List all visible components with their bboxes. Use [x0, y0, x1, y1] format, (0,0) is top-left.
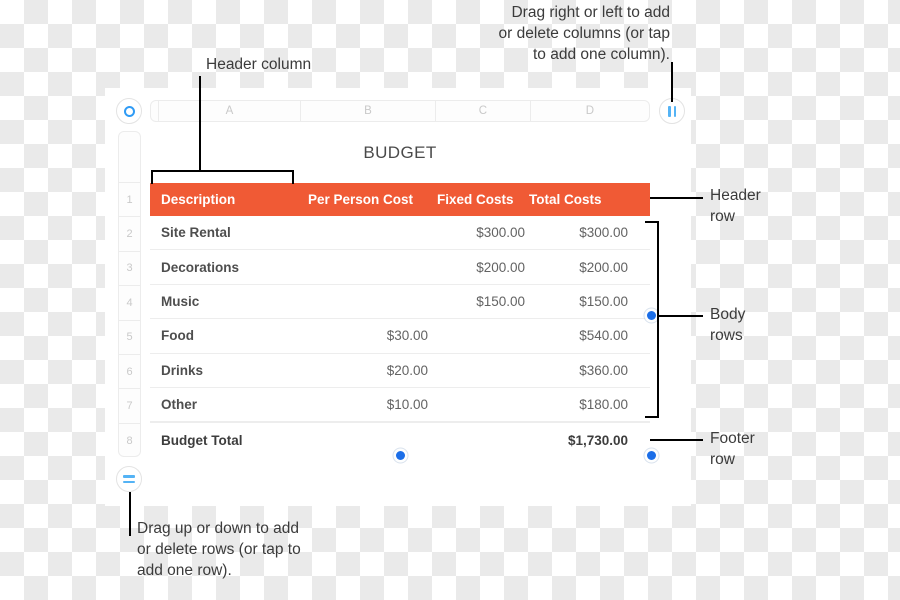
annotation-header-column: Header column — [206, 56, 312, 73]
footer-cell-description[interactable]: Budget Total — [150, 433, 300, 448]
cell-description[interactable]: Drinks — [150, 363, 300, 378]
header-column-leader-line — [199, 76, 202, 171]
header-cell-description[interactable]: Description — [150, 192, 300, 207]
screenshot-stage: A B C D 1 2 3 4 5 6 7 8 BUDGET Descripti… — [0, 0, 900, 600]
cell-total-cost[interactable]: $200.00 — [527, 260, 639, 275]
equals-bars-icon — [123, 475, 135, 483]
footer-row-leader-line — [650, 439, 703, 442]
header-row-line-2: row — [710, 208, 735, 226]
table-corner-handle-button[interactable] — [116, 98, 142, 124]
cell-per-person[interactable]: $10.00 — [300, 397, 430, 412]
columns-hint-line-3: to add one column). — [532, 46, 670, 64]
annotation-footer-row: Footer row — [710, 428, 830, 470]
footer-row-line-1: Footer — [710, 430, 755, 447]
columns-hint-line-1: Drag right or left to add — [511, 4, 670, 21]
table-row[interactable]: Food $30.00 $540.00 — [150, 319, 650, 354]
cell-description[interactable]: Site Rental — [150, 225, 300, 240]
cell-fixed-cost[interactable]: $300.00 — [430, 225, 527, 240]
header-cell-per-person-cost[interactable]: Per Person Cost — [300, 192, 435, 207]
add-row-handle-button[interactable] — [116, 466, 142, 492]
cell-description[interactable]: Music — [150, 294, 300, 309]
footer-cell-total-cost[interactable]: $1,730.00 — [527, 433, 639, 448]
selection-handle-dot-corner[interactable] — [647, 451, 656, 460]
annotation-rows-hint: Drag up or down to add or delete rows (o… — [137, 518, 387, 581]
cell-total-cost[interactable]: $300.00 — [527, 225, 639, 240]
column-header-strip[interactable]: A B C D — [150, 100, 650, 122]
table-row[interactable]: Decorations $200.00 $200.00 — [150, 250, 650, 285]
body-rows-line-2: rows — [710, 327, 743, 345]
footer-row-line-2: row — [710, 451, 735, 469]
cell-total-cost[interactable]: $360.00 — [527, 363, 639, 378]
cell-per-person[interactable]: $20.00 — [300, 363, 430, 378]
rows-hint-line-2: or delete rows (or tap to — [137, 541, 301, 559]
cell-total-cost[interactable]: $180.00 — [527, 397, 639, 412]
row-header-8[interactable]: 8 — [119, 424, 140, 456]
header-cell-total-costs[interactable]: Total Costs — [527, 192, 639, 207]
column-header-a[interactable]: A — [159, 101, 301, 121]
body-rows-line-1: Body — [710, 306, 746, 323]
header-column-bracket-left — [151, 170, 154, 184]
columns-hint-line-2: or delete columns (or tap — [498, 25, 670, 43]
body-rows-bracket-spine — [657, 221, 660, 418]
row-header-5[interactable]: 5 — [119, 321, 140, 355]
cell-description[interactable]: Decorations — [150, 260, 300, 275]
table-row[interactable]: Drinks $20.00 $360.00 — [150, 354, 650, 388]
cell-fixed-cost[interactable]: $200.00 — [430, 260, 527, 275]
selection-handle-dot-bottom[interactable] — [396, 451, 405, 460]
cell-per-person[interactable]: $30.00 — [300, 328, 430, 343]
row-header-strip[interactable]: 1 2 3 4 5 6 7 8 — [118, 131, 141, 457]
row-header-6[interactable]: 6 — [119, 355, 140, 390]
body-rows-bracket-top — [645, 221, 659, 224]
cell-fixed-cost[interactable]: $150.00 — [430, 294, 527, 309]
cell-total-cost[interactable]: $540.00 — [527, 328, 639, 343]
header-cell-fixed-costs[interactable]: Fixed Costs — [435, 192, 527, 207]
rows-hint-line-1: Drag up or down to add — [137, 520, 299, 537]
table-header-row[interactable]: Description Per Person Cost Fixed Costs … — [150, 183, 650, 216]
body-rows-bracket-bottom — [645, 416, 659, 419]
circle-ring-icon — [123, 105, 135, 117]
header-row-line-1: Header — [710, 187, 761, 204]
columns-hint-leader-line — [671, 62, 674, 102]
row-header-gutter — [119, 132, 140, 183]
column-header-d[interactable]: D — [531, 101, 649, 121]
row-header-1[interactable]: 1 — [119, 183, 140, 218]
cell-total-cost[interactable]: $150.00 — [527, 294, 639, 309]
row-header-2[interactable]: 2 — [119, 217, 140, 252]
rows-hint-line-3: add one row). — [137, 562, 232, 580]
pause-bars-icon — [668, 105, 676, 117]
body-rows-leader-line — [657, 315, 703, 318]
row-header-7[interactable]: 7 — [119, 389, 140, 424]
row-header-4[interactable]: 4 — [119, 286, 140, 321]
header-row-leader-line — [650, 197, 703, 200]
annotation-columns-hint: Drag right or left to add or delete colu… — [418, 2, 670, 65]
header-column-bracket-top — [151, 170, 294, 173]
row-header-3[interactable]: 3 — [119, 252, 140, 287]
rows-hint-leader-line — [129, 492, 132, 536]
cell-description[interactable]: Other — [150, 397, 300, 412]
header-column-bracket-right — [292, 170, 295, 184]
annotation-header-row: Header row — [710, 185, 830, 227]
selection-handle-dot-right[interactable] — [647, 311, 656, 320]
cell-description[interactable]: Food — [150, 328, 300, 343]
column-header-b[interactable]: B — [301, 101, 436, 121]
annotation-body-rows: Body rows — [710, 304, 830, 346]
table-row[interactable]: Site Rental $300.00 $300.00 — [150, 216, 650, 251]
column-header-gutter — [151, 101, 159, 121]
column-header-c[interactable]: C — [436, 101, 531, 121]
sheet-title: BUDGET — [363, 143, 437, 162]
budget-table: Description Per Person Cost Fixed Costs … — [150, 183, 650, 457]
table-row[interactable]: Other $10.00 $180.00 — [150, 388, 650, 423]
table-row[interactable]: Music $150.00 $150.00 — [150, 285, 650, 320]
